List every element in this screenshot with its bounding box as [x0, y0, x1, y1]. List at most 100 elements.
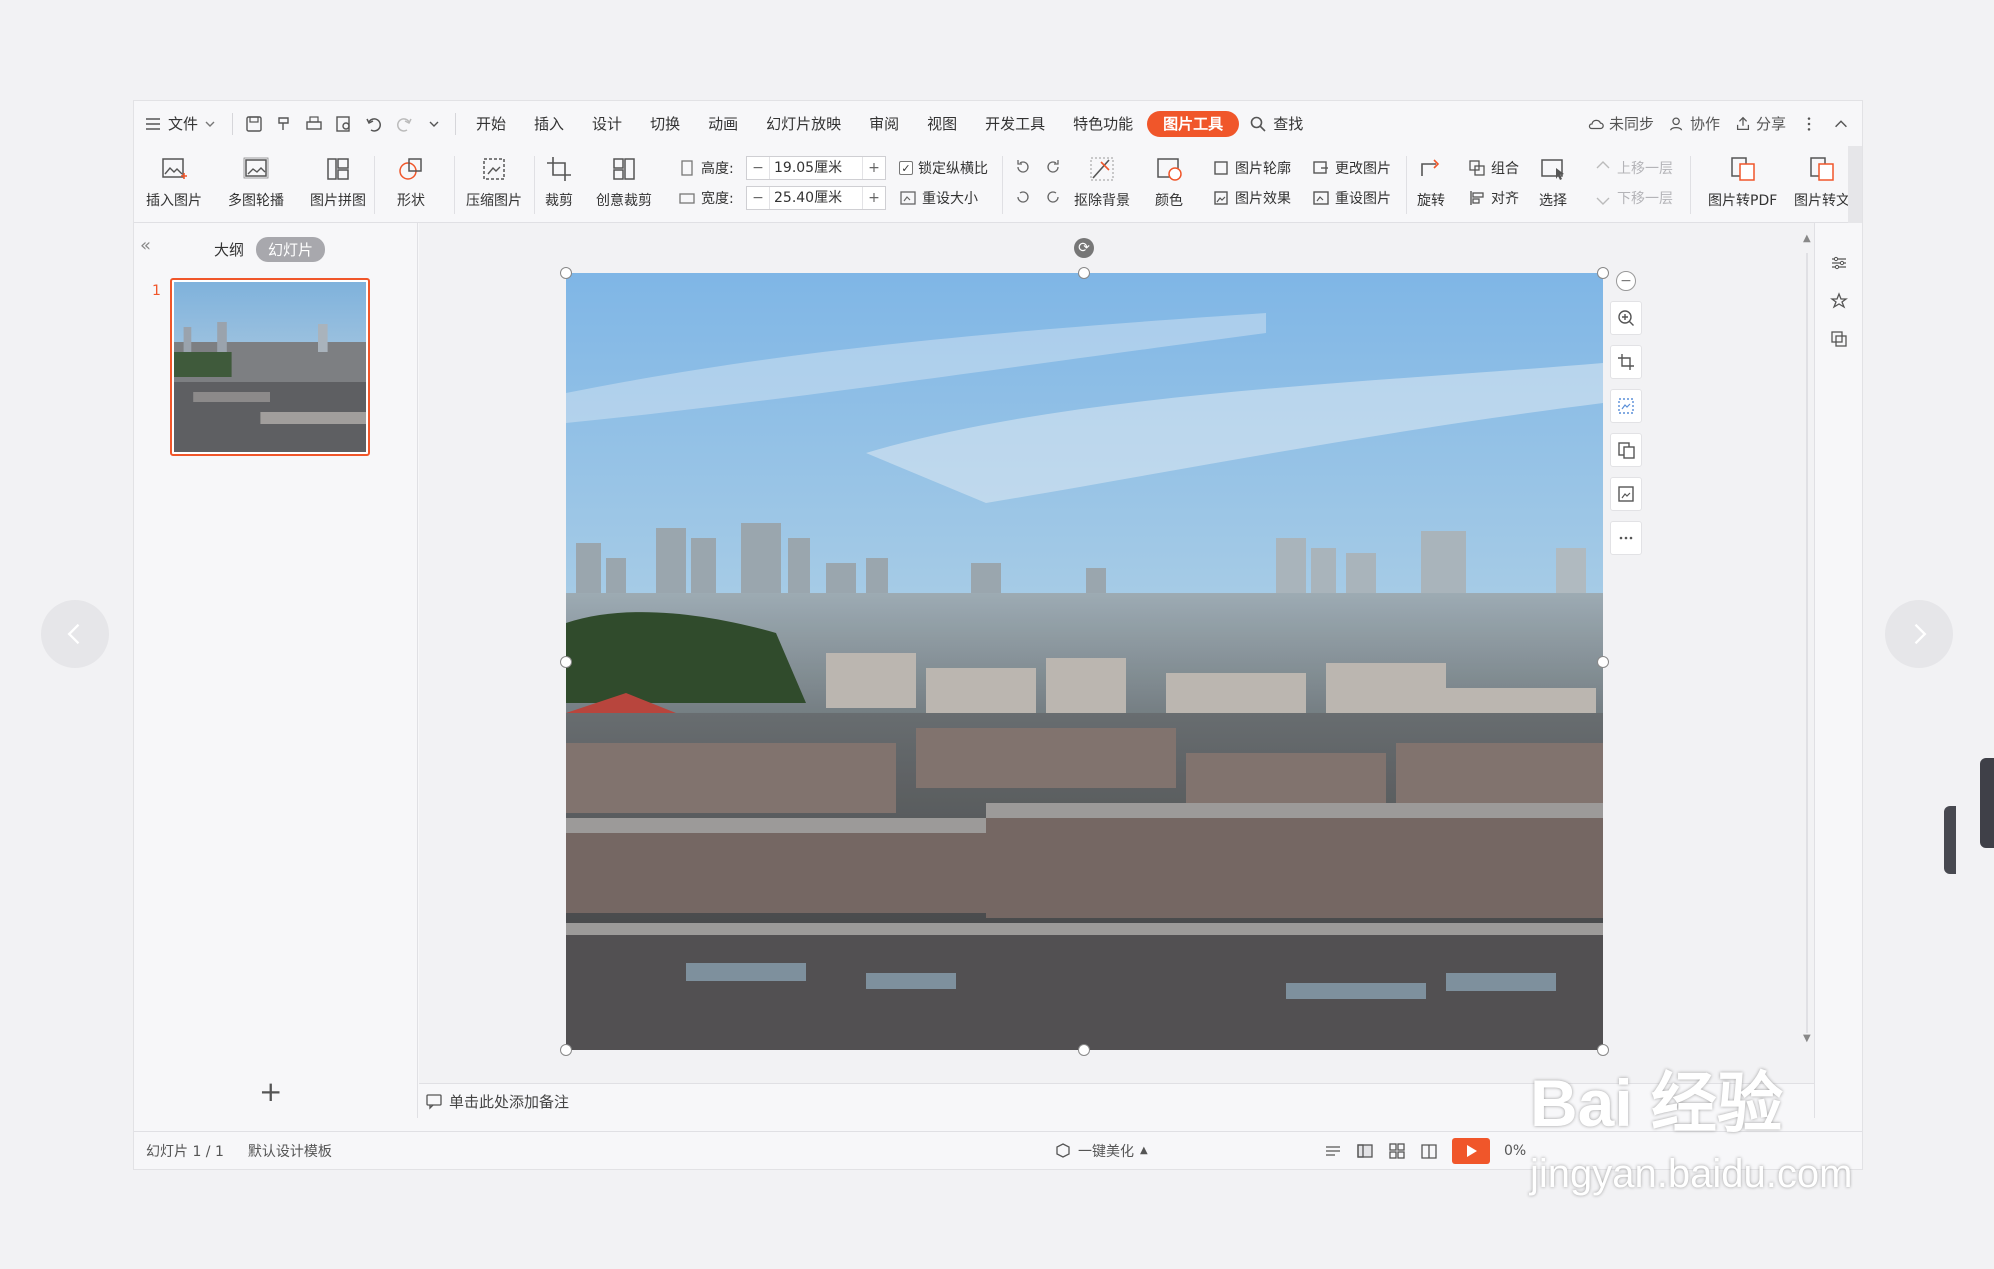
height-stepper[interactable]: − 19.05厘米 + [746, 156, 886, 180]
tab-special-features[interactable]: 特色功能 [1059, 101, 1147, 146]
group-button[interactable]: 组合 [1468, 158, 1519, 178]
select-button[interactable]: 选择 [1538, 154, 1568, 210]
resize-handle-left[interactable] [560, 656, 572, 668]
scroll-up-icon[interactable]: ▲ [1803, 233, 1811, 244]
star-icon[interactable] [1829, 291, 1849, 311]
ribbon-scrollbar[interactable] [1848, 146, 1862, 223]
print-button[interactable] [299, 101, 329, 146]
scroll-down-icon[interactable]: ▼ [1803, 1033, 1811, 1044]
flip-vertical-button[interactable] [1014, 188, 1032, 206]
tab-transition[interactable]: 切换 [636, 101, 694, 146]
rotate-handle[interactable]: ⟳ [1074, 238, 1094, 258]
grid-view-icon[interactable] [1388, 1142, 1406, 1160]
insert-picture-button[interactable]: 插入图片 [146, 154, 202, 210]
template-name[interactable]: 默认设计模板 [236, 1141, 344, 1161]
height-value[interactable]: 19.05厘米 [769, 157, 863, 179]
remove-background-button[interactable]: 抠除背景 [1074, 154, 1130, 210]
resize-handle-right[interactable] [1597, 656, 1609, 668]
format-painter-button[interactable] [269, 101, 299, 146]
width-value[interactable]: 25.40厘米 [769, 187, 863, 209]
crop-button[interactable]: 裁剪 [544, 154, 574, 210]
picture-outline-button[interactable]: 图片轮廓 [1212, 158, 1291, 178]
width-decrease-button[interactable]: − [747, 190, 769, 206]
picture-to-text-button[interactable]: 图片转文 [1794, 154, 1850, 210]
zoom-level[interactable]: 0% [1504, 1143, 1526, 1159]
slide-canvas[interactable]: ⟳ − ▲ ▼ [419, 223, 1815, 1083]
compress-picture-button[interactable]: 压缩图片 [466, 154, 522, 210]
rotate-button[interactable]: 旋转 [1416, 154, 1446, 210]
more-options-button[interactable] [1800, 115, 1818, 133]
reset-picture-button[interactable]: 重设图片 [1312, 188, 1391, 208]
adjust-settings-icon[interactable] [1829, 253, 1849, 273]
tab-outline[interactable]: 大纲 [214, 239, 244, 260]
next-page-button[interactable] [1885, 600, 1953, 668]
slide-thumbnail[interactable] [170, 278, 370, 456]
rotate-right-button[interactable] [1044, 158, 1062, 176]
resize-handle-top[interactable] [1078, 267, 1090, 279]
tab-slideshow[interactable]: 幻灯片放映 [752, 101, 855, 146]
play-slideshow-button[interactable] [1452, 1137, 1490, 1164]
sync-status-button[interactable]: 未同步 [1587, 113, 1654, 134]
height-increase-button[interactable]: + [863, 160, 885, 176]
bring-forward-button[interactable]: 上移一层 [1594, 158, 1673, 178]
prev-page-button[interactable] [41, 600, 109, 668]
copy-icon[interactable] [1829, 329, 1849, 349]
more-tools-button[interactable] [1610, 521, 1642, 555]
rotate-left-button[interactable] [1014, 158, 1032, 176]
height-decrease-button[interactable]: − [747, 160, 769, 176]
convert-tool-button[interactable] [1610, 433, 1642, 467]
picture-collage-button[interactable]: 图片拼图 [310, 154, 366, 210]
width-increase-button[interactable]: + [863, 190, 885, 206]
picture-effect-button[interactable]: 图片效果 [1212, 188, 1291, 208]
print-preview-button[interactable] [329, 101, 359, 146]
tab-slides[interactable]: 幻灯片 [256, 237, 326, 262]
redo-button[interactable] [389, 101, 419, 146]
creative-crop-button[interactable]: 创意裁剪 [596, 154, 652, 210]
picture-to-pdf-button[interactable]: 图片转PDF [1708, 154, 1777, 210]
reading-view-icon[interactable] [1420, 1142, 1438, 1160]
save-button[interactable] [239, 101, 269, 146]
resize-handle-bottom[interactable] [1078, 1044, 1090, 1056]
align-button[interactable]: 对齐 [1468, 188, 1519, 208]
zoom-in-tool-button[interactable] [1610, 301, 1642, 335]
collapse-ribbon-button[interactable] [1832, 115, 1850, 133]
slide-picture[interactable] [566, 273, 1603, 1050]
flip-horizontal-button[interactable] [1044, 188, 1062, 206]
reset-size-button[interactable]: 重设大小 [899, 188, 978, 208]
add-slide-button[interactable]: + [259, 1075, 282, 1108]
search-button[interactable]: 查找 [1239, 101, 1313, 146]
canvas-scrollbar[interactable]: ▲ ▼ [1801, 233, 1813, 1073]
width-stepper[interactable]: − 25.40厘米 + [746, 186, 886, 210]
customize-quick-access-button[interactable] [419, 101, 449, 146]
tab-insert[interactable]: 插入 [520, 101, 578, 146]
resize-handle-bottom-left[interactable] [560, 1044, 572, 1056]
lock-ratio-checkbox[interactable]: ✓ 锁定纵横比 [899, 158, 988, 178]
side-panel-tab-secondary[interactable] [1944, 806, 1956, 874]
effect-tool-button[interactable] [1610, 477, 1642, 511]
tab-view[interactable]: 视图 [913, 101, 971, 146]
change-picture-button[interactable]: 更改图片 [1312, 158, 1391, 178]
tab-picture-tools[interactable]: 图片工具 [1147, 110, 1240, 137]
crop-tool-button[interactable] [1610, 345, 1642, 379]
resize-handle-top-left[interactable] [560, 267, 572, 279]
selection-tool-button[interactable] [1610, 389, 1642, 423]
tab-animation[interactable]: 动画 [694, 101, 752, 146]
minimize-toolbar-button[interactable]: − [1616, 271, 1636, 291]
shape-button[interactable]: 形状 [396, 154, 426, 210]
collapse-panel-button[interactable]: « [140, 235, 151, 256]
tab-developer[interactable]: 开发工具 [971, 101, 1059, 146]
tab-review[interactable]: 审阅 [855, 101, 913, 146]
side-panel-tab[interactable] [1980, 758, 1994, 848]
beautify-button[interactable]: 一键美化 ▲ [1054, 1141, 1148, 1161]
send-backward-button[interactable]: 下移一层 [1594, 188, 1673, 208]
collaborate-button[interactable]: 协作 [1668, 113, 1720, 134]
color-button[interactable]: 颜色 [1154, 154, 1184, 210]
normal-view-icon[interactable] [1356, 1142, 1374, 1160]
share-button[interactable]: 分享 [1734, 113, 1786, 134]
tab-start[interactable]: 开始 [462, 101, 520, 146]
tab-design[interactable]: 设计 [578, 101, 636, 146]
notes-view-icon[interactable] [1324, 1142, 1342, 1160]
scroll-track[interactable] [1806, 253, 1808, 1033]
undo-button[interactable] [359, 101, 389, 146]
file-menu[interactable]: 文件 [134, 101, 226, 146]
